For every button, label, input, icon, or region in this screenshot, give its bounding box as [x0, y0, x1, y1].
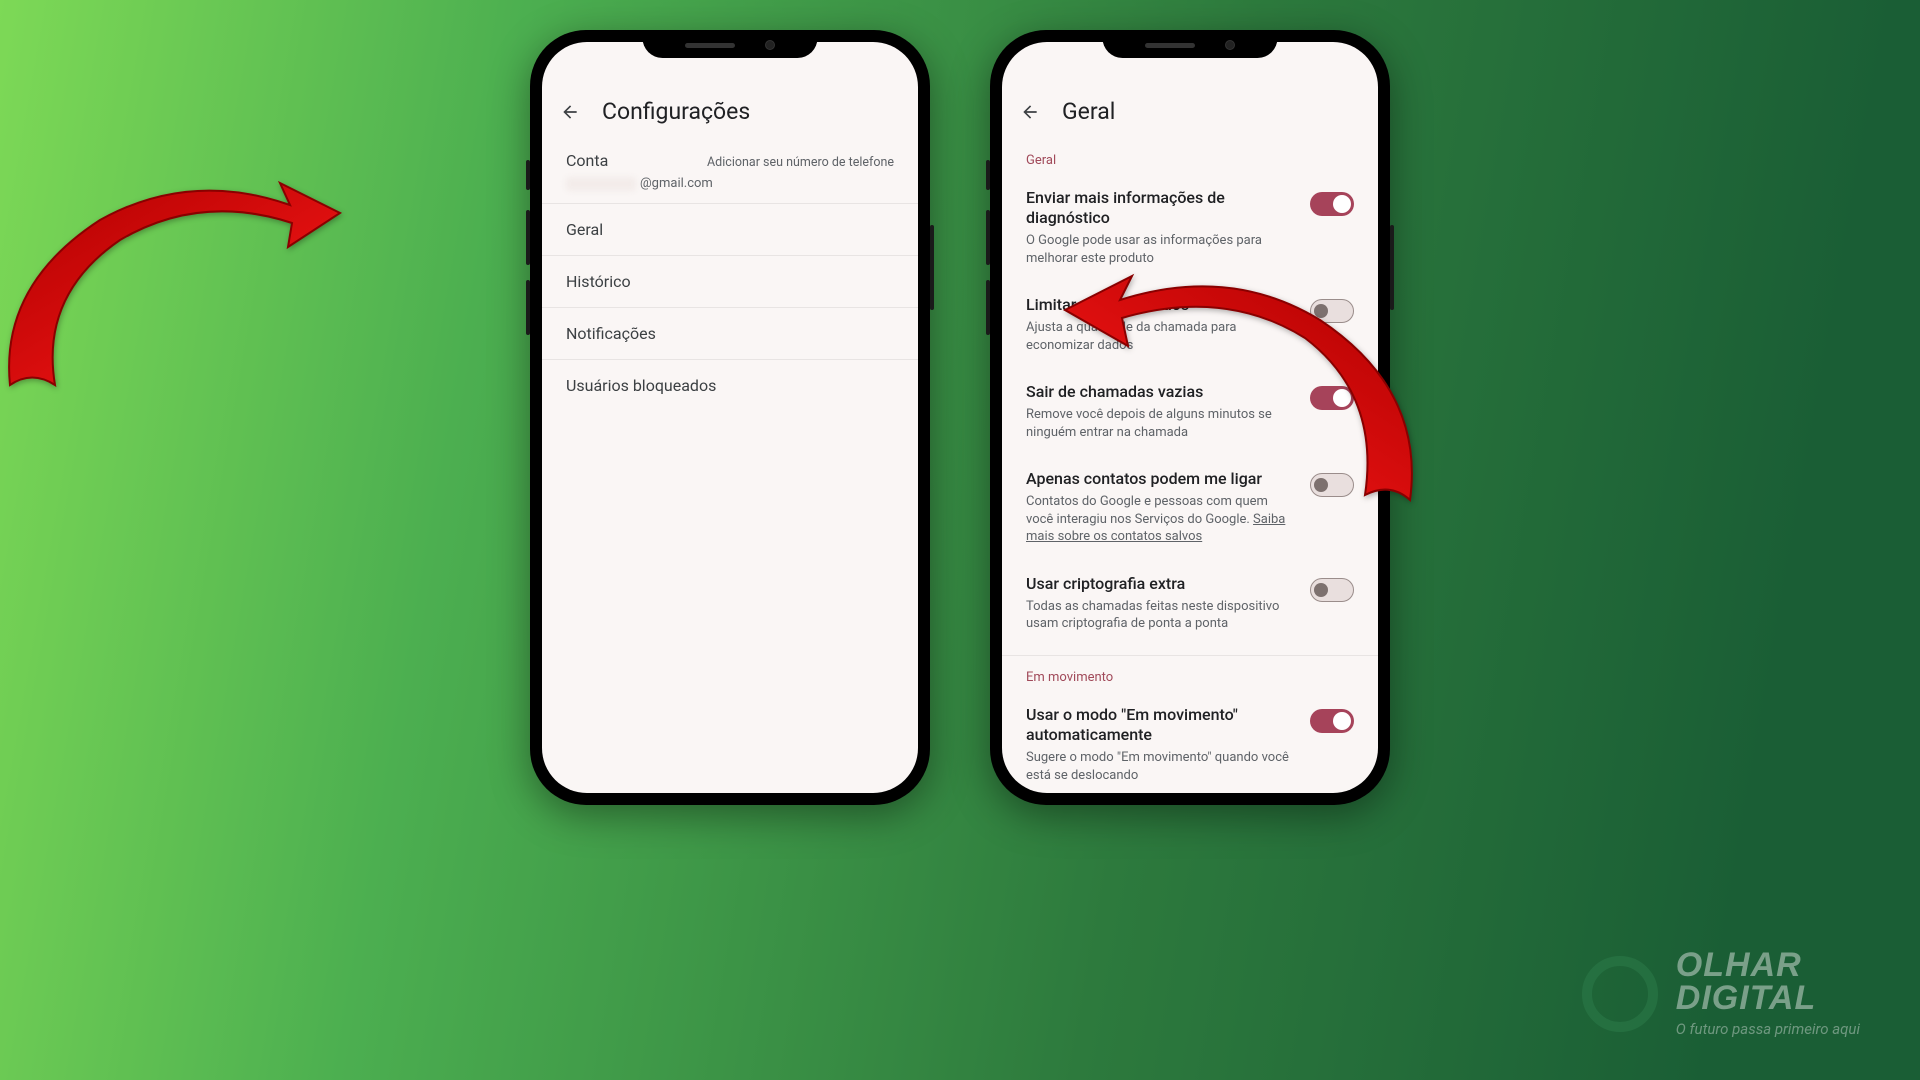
menu-item-notificacoes[interactable]: Notificações — [542, 308, 918, 360]
toggle-limit-data[interactable] — [1310, 299, 1354, 323]
toggle-moving-auto[interactable] — [1310, 709, 1354, 733]
toggle-encryption[interactable] — [1310, 578, 1354, 602]
phone-left: Configurações Conta Adicionar seu número… — [530, 30, 930, 805]
setting-title: Usar o modo "Em movimento" automaticamen… — [1026, 705, 1296, 745]
setting-limit-data[interactable]: Limitar o uso de dados Ajusta a qualidad… — [1002, 281, 1378, 368]
setting-desc: Todas as chamadas feitas neste dispositi… — [1026, 598, 1296, 633]
setting-title: Usar criptografia extra — [1026, 574, 1296, 594]
add-phone-link[interactable]: Adicionar seu número de telefone — [707, 155, 894, 170]
watermark-brand-line1: OLHAR — [1676, 949, 1860, 981]
app-header-left: Configurações — [542, 86, 918, 139]
back-arrow-icon[interactable] — [560, 102, 580, 122]
section-label-geral: Geral — [1002, 139, 1378, 174]
account-label: Conta — [566, 151, 608, 170]
setting-encryption[interactable]: Usar criptografia extra Todas as chamada… — [1002, 560, 1378, 647]
toggle-diagnostics[interactable] — [1310, 192, 1354, 216]
setting-title: Sair de chamadas vazias — [1026, 382, 1296, 402]
section-label-moving: Em movimento — [1002, 656, 1378, 691]
setting-desc: Ajusta a qualidade da chamada para econo… — [1026, 319, 1296, 354]
menu-item-geral[interactable]: Geral — [542, 204, 918, 256]
toggle-contacts-only[interactable] — [1310, 473, 1354, 497]
toggle-empty-calls[interactable] — [1310, 386, 1354, 410]
setting-title: Limitar o uso de dados — [1026, 295, 1296, 315]
annotation-arrow-left — [0, 165, 350, 409]
watermark-brand-line2: DIGITAL — [1676, 982, 1860, 1014]
setting-desc: O Google pode usar as informações para m… — [1026, 232, 1296, 267]
page-title: Geral — [1062, 98, 1115, 125]
back-arrow-icon[interactable] — [1020, 102, 1040, 122]
setting-contacts-only[interactable]: Apenas contatos podem me ligar Contatos … — [1002, 455, 1378, 560]
watermark-tagline: O futuro passa primeiro aqui — [1676, 1020, 1860, 1038]
watermark: OLHAR DIGITAL O futuro passa primeiro aq… — [1582, 949, 1860, 1038]
phone-right: Geral Geral Enviar mais informações de d… — [990, 30, 1390, 805]
setting-title: Apenas contatos podem me ligar — [1026, 469, 1296, 489]
setting-desc: Contatos do Google e pessoas com quem vo… — [1026, 493, 1296, 546]
setting-diagnostics[interactable]: Enviar mais informações de diagnóstico O… — [1002, 174, 1378, 281]
watermark-logo-icon — [1582, 956, 1658, 1032]
menu-item-bloqueados[interactable]: Usuários bloqueados — [542, 360, 918, 411]
setting-desc: Remove você depois de alguns minutos se … — [1026, 406, 1296, 441]
setting-moving-auto[interactable]: Usar o modo "Em movimento" automaticamen… — [1002, 691, 1378, 793]
setting-empty-calls[interactable]: Sair de chamadas vazias Remove você depo… — [1002, 368, 1378, 455]
setting-title: Enviar mais informações de diagnóstico — [1026, 188, 1296, 228]
setting-desc: Sugere o modo "Em movimento" quando você… — [1026, 749, 1296, 784]
app-header-right: Geral — [1002, 86, 1378, 139]
account-email: @gmail.com — [566, 176, 894, 191]
account-section[interactable]: Conta Adicionar seu número de telefone @… — [542, 139, 918, 204]
menu-item-historico[interactable]: Histórico — [542, 256, 918, 308]
page-title: Configurações — [602, 98, 750, 125]
